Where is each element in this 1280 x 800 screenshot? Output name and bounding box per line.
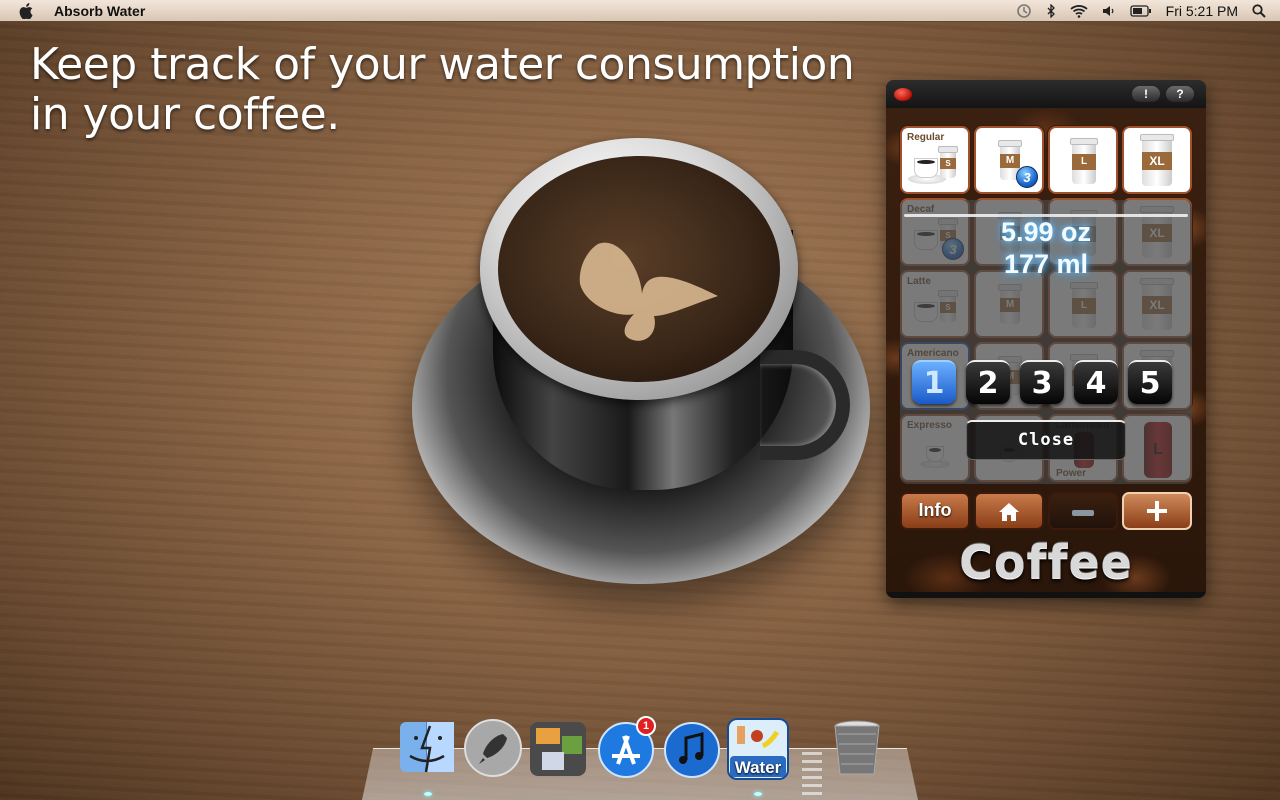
apple-menu-icon[interactable] xyxy=(18,2,34,19)
tile-regular-xl[interactable]: XL xyxy=(1122,126,1192,194)
widget-titlebar: ! ? xyxy=(886,80,1206,108)
dock-itunes[interactable] xyxy=(662,718,722,778)
row-label-regular: Regular xyxy=(907,132,945,143)
dock-finder[interactable] xyxy=(398,718,458,778)
dock-separator xyxy=(802,752,822,796)
help-button[interactable]: ? xyxy=(1166,86,1194,102)
time-machine-icon[interactable] xyxy=(1016,3,1032,19)
volume-readout: 5.99 oz 177 ml xyxy=(906,216,1186,280)
spotlight-icon[interactable] xyxy=(1252,3,1266,18)
latte-art-butterfly xyxy=(579,242,718,341)
cup-icon: L xyxy=(1070,138,1098,184)
minus-button[interactable] xyxy=(1048,492,1118,530)
promo-headline: Keep track of your water consumption in … xyxy=(30,39,855,140)
wifi-icon[interactable] xyxy=(1070,4,1088,18)
tile-regular-l[interactable]: L xyxy=(1048,126,1118,194)
coffee-widget: ! ? Regular S M 3 L XL Decaf S 3 M L X xyxy=(886,80,1206,598)
count-badge: 3 xyxy=(1016,166,1038,188)
mission-control-icon xyxy=(530,722,586,776)
tile-regular-s[interactable]: Regular S xyxy=(900,126,970,194)
bottom-toolbar: Info xyxy=(900,492,1192,530)
app-store-badge: 1 xyxy=(636,716,656,736)
widget-footer xyxy=(886,592,1206,598)
readout-oz: 5.99 oz xyxy=(1000,217,1092,247)
running-indicator-finder xyxy=(424,792,432,796)
quantity-option-5[interactable]: 5 xyxy=(1128,360,1172,404)
dock-app-store[interactable]: 1 xyxy=(596,716,656,778)
menu-bar: Absorb Water Fri 5:21 PM xyxy=(0,0,1280,22)
volume-icon[interactable] xyxy=(1102,5,1116,17)
launchpad-icon xyxy=(464,719,522,777)
home-icon xyxy=(999,503,1019,521)
quantity-option-4[interactable]: 4 xyxy=(1074,360,1118,404)
running-indicator-absorb-water xyxy=(754,792,762,796)
finder-icon xyxy=(400,722,454,773)
minus-icon xyxy=(1072,510,1094,516)
mug-icon xyxy=(914,158,938,178)
itunes-icon xyxy=(664,722,720,778)
readout-ml: 177 ml xyxy=(1003,249,1089,279)
trash-icon xyxy=(834,720,880,775)
home-button[interactable] xyxy=(974,492,1044,530)
dock-launchpad[interactable] xyxy=(463,718,523,778)
cup-icon: S xyxy=(938,146,958,178)
dock-trash[interactable] xyxy=(832,718,892,778)
menu-clock[interactable]: Fri 5:21 PM xyxy=(1166,3,1238,19)
alert-button[interactable]: ! xyxy=(1132,86,1160,102)
bluetooth-icon[interactable] xyxy=(1046,3,1056,18)
dock-absorb-water[interactable]: Water xyxy=(727,718,789,780)
headline-line-1: Keep track of your water consumption xyxy=(30,39,855,90)
quantity-option-2[interactable]: 2 xyxy=(966,360,1010,404)
app-menu-name[interactable]: Absorb Water xyxy=(54,3,145,19)
plus-icon xyxy=(1147,501,1167,521)
close-button[interactable]: Close xyxy=(966,420,1126,460)
cup-icon: XL xyxy=(1140,134,1174,186)
quantity-selector: 1 2 3 4 5 xyxy=(912,360,1172,404)
quantity-option-3[interactable]: 3 xyxy=(1020,360,1064,404)
category-title: Coffee xyxy=(959,535,1133,589)
battery-icon[interactable] xyxy=(1129,4,1152,17)
dock-mission-control[interactable] xyxy=(528,718,588,778)
tile-regular-m[interactable]: M 3 xyxy=(974,126,1044,194)
info-button[interactable]: Info xyxy=(900,492,970,530)
widget-close-button[interactable] xyxy=(894,88,912,101)
app-icon-label: Water xyxy=(734,758,782,777)
headline-line-2: in your coffee. xyxy=(30,89,340,140)
quantity-option-1[interactable]: 1 xyxy=(912,360,956,404)
plus-button[interactable] xyxy=(1122,492,1192,530)
